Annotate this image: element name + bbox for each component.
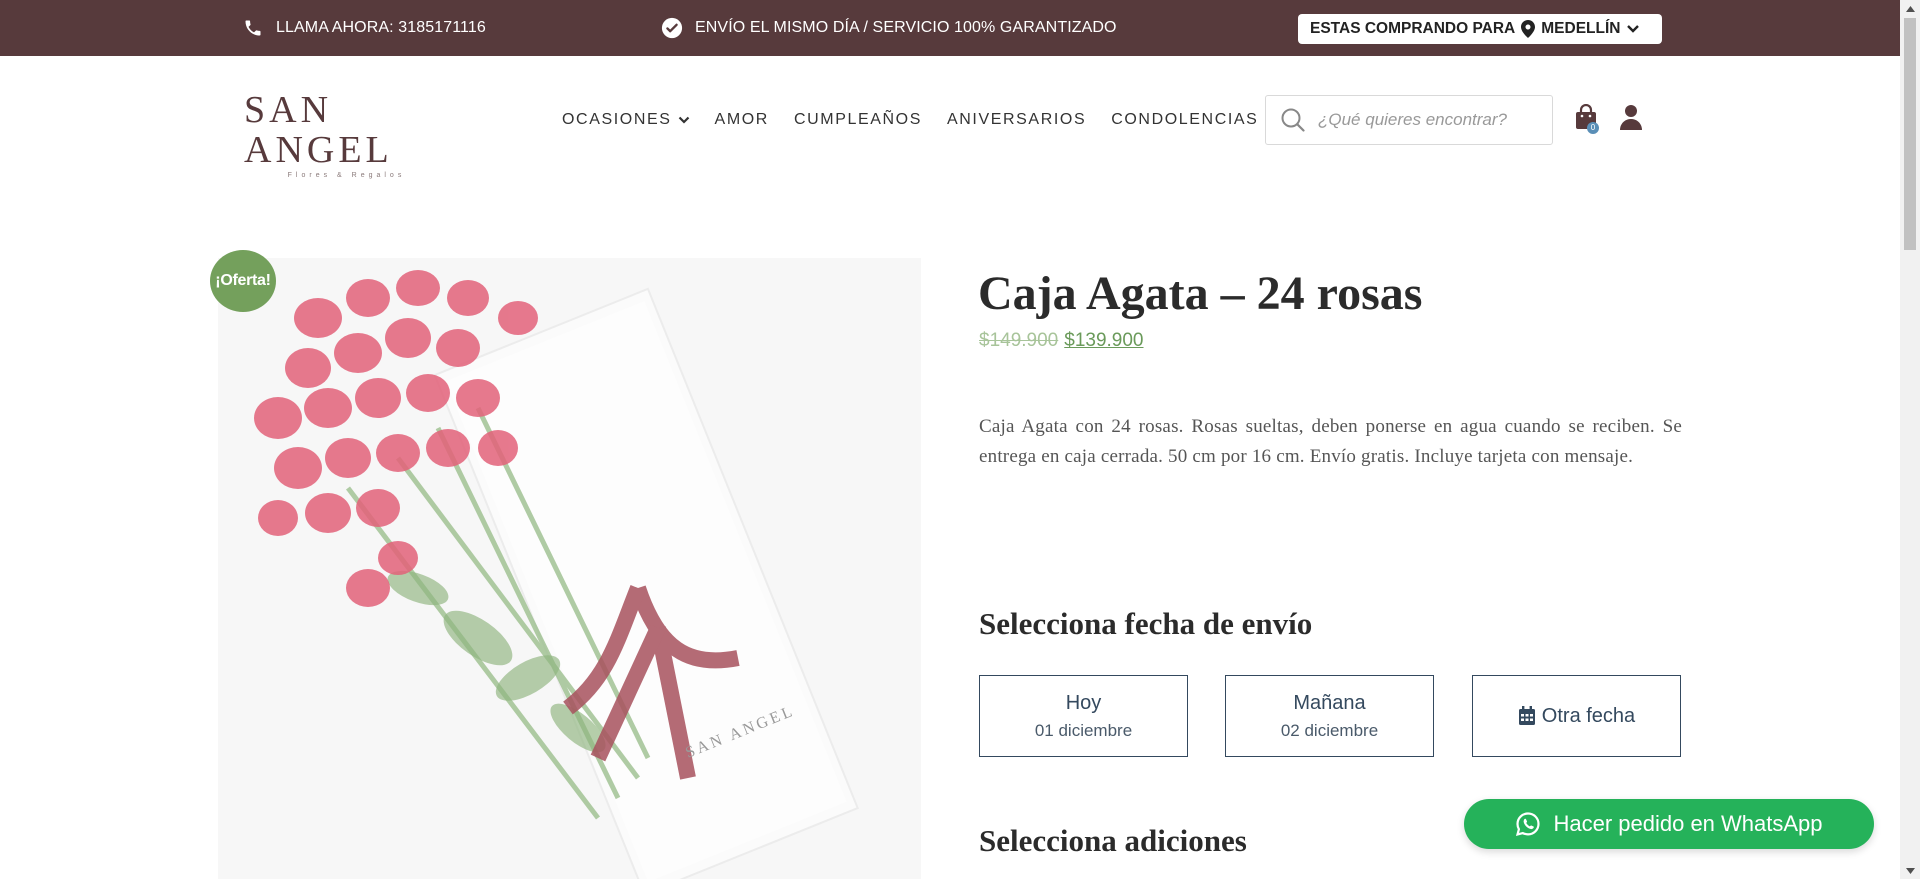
whatsapp-icon — [1515, 811, 1541, 837]
location-city: MEDELLÍN — [1541, 20, 1621, 37]
shipping-notice: ENVÍO EL MISMO DÍA / SERVICIO 100% GARAN… — [661, 0, 1117, 56]
call-text: LLAMA AHORA: 3185171116 — [276, 19, 486, 36]
page-scrollbar[interactable] — [1900, 0, 1920, 879]
search-box[interactable] — [1265, 95, 1553, 145]
search-icon — [1280, 107, 1306, 133]
product-image[interactable]: SAN ANGEL — [218, 258, 921, 879]
cart-count-badge: 0 — [1587, 122, 1599, 134]
phone-icon — [242, 17, 264, 39]
date-option-label: Otra fecha — [1541, 704, 1636, 727]
chevron-down-icon — [1626, 24, 1640, 34]
delivery-date-heading: Selecciona fecha de envío — [979, 606, 1313, 641]
nav-aniversarios[interactable]: ANIVERSARIOS — [947, 111, 1086, 129]
date-option-date: 01 diciembre — [1034, 720, 1133, 740]
scrollbar-thumb[interactable] — [1904, 18, 1916, 250]
main-nav: OCASIONES AMOR CUMPLEAÑOS ANIVERSARIOS C… — [562, 104, 1283, 136]
whatsapp-order-button[interactable]: Hacer pedido en WhatsApp — [1464, 799, 1874, 849]
nav-condolencias[interactable]: CONDOLENCIAS — [1111, 111, 1258, 129]
check-circle-icon — [661, 17, 683, 39]
scroll-down-arrow-icon[interactable] — [1900, 862, 1920, 879]
location-selector[interactable]: ESTAS COMPRANDO PARA MEDELLÍN — [1298, 14, 1662, 44]
cart-button[interactable]: 0 — [1574, 103, 1602, 134]
product-photo: SAN ANGEL — [218, 258, 921, 879]
nav-ocasiones[interactable]: OCASIONES — [562, 111, 690, 129]
additions-heading: Selecciona adiciones — [979, 823, 1247, 858]
calendar-icon — [1518, 706, 1536, 726]
chevron-down-icon — [678, 116, 690, 125]
date-option-tomorrow[interactable]: Mañana 02 diciembre — [1225, 675, 1434, 757]
nav-amor[interactable]: AMOR — [715, 111, 769, 129]
search-input[interactable] — [1318, 110, 1548, 130]
old-price: $149.900 — [979, 330, 1059, 351]
map-pin-icon — [1521, 20, 1536, 38]
location-prefix: ESTAS COMPRANDO PARA — [1310, 20, 1516, 37]
date-option-date: 02 diciembre — [1280, 720, 1379, 740]
logo-text: SAN ANGEL — [244, 89, 393, 171]
user-icon — [1619, 105, 1643, 134]
account-button[interactable] — [1619, 104, 1645, 134]
product-title: Caja Agata – 24 rosas — [978, 267, 1423, 320]
shipping-text: ENVÍO EL MISMO DÍA / SERVICIO 100% GARAN… — [695, 19, 1117, 36]
offer-badge: ¡Oferta! — [210, 250, 276, 312]
call-now[interactable]: LLAMA AHORA: 3185171116 — [242, 0, 486, 56]
top-bar: LLAMA AHORA: 3185171116 ENVÍO EL MISMO D… — [0, 0, 1900, 56]
date-option-today[interactable]: Hoy 01 diciembre — [979, 675, 1188, 757]
date-option-other[interactable]: Otra fecha — [1472, 675, 1681, 757]
scroll-up-arrow-icon[interactable] — [1900, 0, 1920, 17]
site-logo[interactable]: SAN ANGEL Flores & Regalos — [244, 90, 456, 179]
nav-cumpleanos[interactable]: CUMPLEAÑOS — [794, 111, 922, 129]
logo-tagline: Flores & Regalos — [287, 172, 406, 179]
product-description: Caja Agata con 24 rosas. Rosas sueltas, … — [979, 416, 1682, 467]
whatsapp-label: Hacer pedido en WhatsApp — [1553, 811, 1823, 836]
sale-price: $139.900 — [1064, 330, 1144, 351]
price-block: $149.900 $139.900 — [979, 330, 1144, 352]
date-option-label: Mañana — [1293, 691, 1366, 714]
date-option-label: Hoy — [1065, 691, 1102, 714]
